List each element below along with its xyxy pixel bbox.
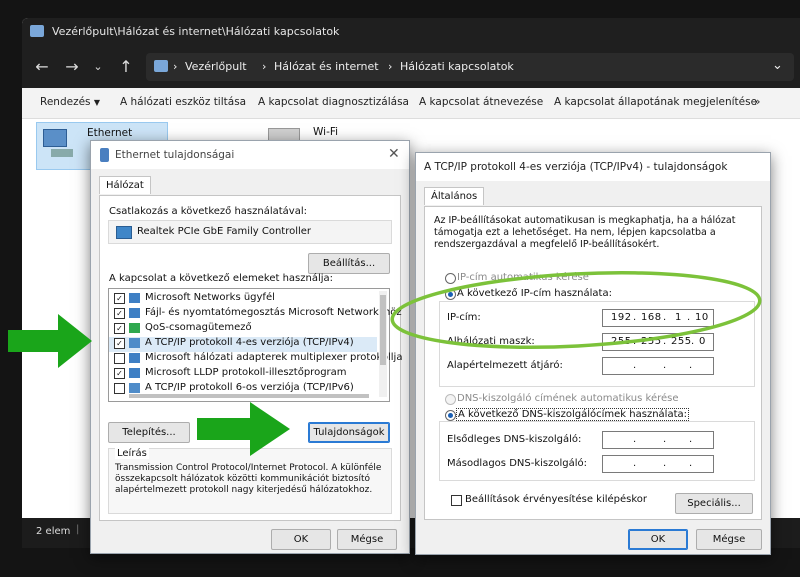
annotation-layer bbox=[8, 271, 762, 456]
arrow-to-ipv4-item bbox=[8, 314, 92, 368]
arrow-to-properties-button bbox=[197, 402, 290, 456]
ip-highlight-ring bbox=[390, 271, 762, 349]
